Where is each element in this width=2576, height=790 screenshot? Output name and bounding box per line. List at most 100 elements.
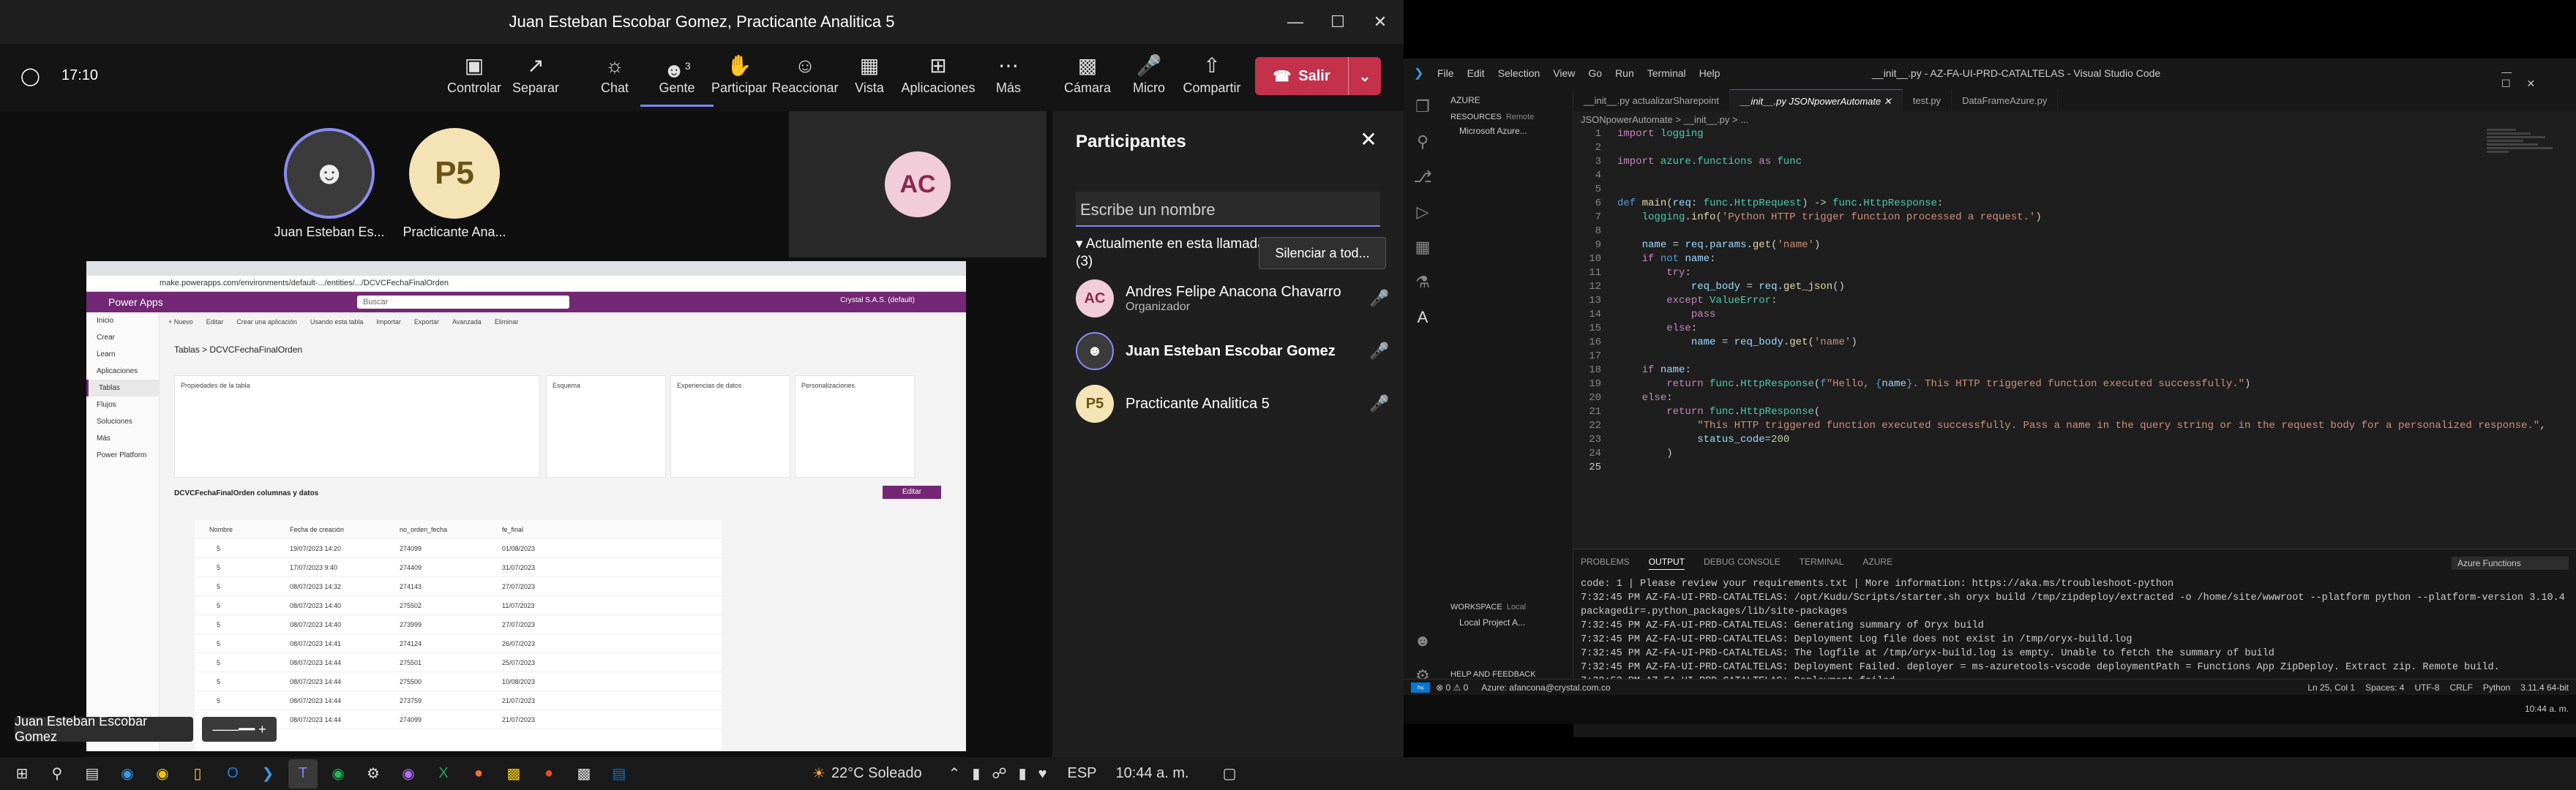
tray-icons[interactable]: ⌃▮☍▮♥: [948, 764, 1059, 783]
search-icon[interactable]: ⚲: [1404, 124, 1442, 159]
powerbi-icon[interactable]: ▩: [499, 759, 528, 789]
vscode-icon[interactable]: ❯: [253, 759, 282, 789]
react-button[interactable]: ☺ Reaccionar: [768, 51, 842, 107]
table-row: 5 08/07/2023 14:41 274124 26/07/2023: [195, 634, 722, 653]
weather-icon: ☀: [812, 766, 825, 782]
avatar: P5: [1076, 385, 1114, 423]
tab-output[interactable]: OUTPUT: [1648, 557, 1685, 570]
menu-run[interactable]: Run: [1615, 67, 1634, 79]
terminal-icon[interactable]: ▩: [569, 759, 599, 789]
tab-terminal[interactable]: TERMINAL: [1800, 557, 1844, 570]
explorer-icon[interactable]: ❐: [1404, 89, 1442, 124]
invite-input[interactable]: Escribe un nombre: [1076, 192, 1380, 227]
menu-help[interactable]: Help: [1699, 67, 1721, 79]
menu-go[interactable]: Go: [1588, 67, 1602, 79]
status-bar: ⇋ ⊗ 0 ⚠ 0 Azure: afancona@crystal.com.co…: [1404, 679, 2576, 695]
output-channel-select[interactable]: Azure Functions: [2452, 557, 2569, 570]
breadcrumb: Tablas > DCVCFechaFinalOrden: [174, 345, 303, 355]
azure-tree-item[interactable]: Microsoft Azure...: [1442, 123, 1573, 139]
remote-desktop-icon[interactable]: ▤: [604, 759, 634, 789]
testing-icon[interactable]: ⚗: [1404, 265, 1442, 300]
tab-dataframe[interactable]: DataFrameAzure.py: [1952, 89, 2059, 111]
phone-icon: ☎: [1273, 68, 1292, 85]
participant-tile-p5[interactable]: P5 Practicante Ana...: [392, 128, 517, 240]
participant-row[interactable]: P5 Practicante Analitica 5 🎤: [1076, 382, 1390, 426]
output-log: code: 1 | Please review your requirement…: [1581, 579, 2569, 687]
workspace-section[interactable]: WORKSPACE Local: [1442, 601, 1535, 613]
more-button[interactable]: ⋯ Más: [972, 51, 1045, 107]
mic-icon: 🎤: [1369, 394, 1390, 413]
menu-view[interactable]: View: [1553, 67, 1575, 79]
language-indicator[interactable]: ESP: [1068, 765, 1097, 782]
local-project-item[interactable]: Local Project A...: [1442, 614, 1543, 631]
github-icon[interactable]: ◉: [394, 759, 423, 789]
menu-file[interactable]: File: [1437, 67, 1454, 79]
view-button[interactable]: ▦ Vista: [833, 51, 906, 107]
in-call-header[interactable]: ▾ Actualmente en esta llamada (3): [1076, 236, 1273, 271]
teams-icon[interactable]: T: [288, 759, 318, 789]
participant-tile-ac[interactable]: AC: [789, 111, 1046, 257]
windows-start-icon[interactable]: ⊞: [7, 759, 37, 789]
popout-button[interactable]: ↗ Separar: [499, 51, 572, 107]
maximize-icon[interactable]: ☐: [1322, 9, 1354, 35]
tab-debug-console[interactable]: DEBUG CONSOLE: [1704, 557, 1781, 570]
postman-icon[interactable]: ●: [464, 759, 493, 789]
extensions-icon[interactable]: ▦: [1404, 230, 1442, 265]
mic-button[interactable]: 🎤 Micro: [1112, 51, 1186, 107]
tab-init-powerautomate[interactable]: __init__.py JSONpowerAutomate ✕: [1730, 89, 1903, 111]
azure-icon[interactable]: A: [1404, 300, 1442, 335]
file-explorer-icon[interactable]: ▯: [183, 759, 212, 789]
menu-bar: File Edit Selection View Go Run Terminal…: [1437, 67, 1720, 79]
zoom-control[interactable]: ——━━ +: [202, 717, 277, 742]
excel-icon[interactable]: X: [429, 759, 458, 789]
leave-button[interactable]: ☎ Salir ⌄: [1255, 57, 1381, 95]
app-icon[interactable]: ●: [534, 759, 564, 789]
raise-hand-button[interactable]: ✋ Participar: [703, 51, 776, 107]
chrome-icon[interactable]: ◉: [148, 759, 177, 789]
menu-selection[interactable]: Selection: [1498, 67, 1540, 79]
tab-test[interactable]: test.py: [1903, 89, 1952, 111]
clock[interactable]: 10:44 a. m.: [1116, 765, 1189, 782]
participant-row[interactable]: AC Andres Felipe Anacona Chavarro Organiz…: [1076, 276, 1390, 320]
azure-account[interactable]: Azure: afancona@crystal.com.co: [1481, 682, 1610, 693]
menu-edit[interactable]: Edit: [1467, 67, 1485, 79]
share-button[interactable]: ⇧ Compartir: [1175, 51, 1248, 107]
minimize-icon[interactable]: —: [1279, 9, 1311, 35]
meeting-toolbar: ◯ 17:10 ▣ Controlar ↗ Separar ☼ Chat ☻3 Gent…: [0, 44, 1404, 111]
minimap[interactable]: [2487, 127, 2560, 274]
task-view-icon[interactable]: ▤: [78, 759, 107, 789]
tab-azure[interactable]: AZURE: [1862, 557, 1892, 570]
remote-icon[interactable]: ⇋: [1411, 682, 1431, 693]
problems-count[interactable]: ⊗ 0 ⚠ 0: [1436, 682, 1468, 693]
powerapps-main: + Nuevo Editar Crear una aplicación Usando …: [160, 312, 966, 751]
apps-button[interactable]: ⊞ Aplicaciones: [901, 51, 975, 107]
resources-section[interactable]: RESOURCES Remote: [1442, 111, 1573, 123]
code-editor[interactable]: 1 import logging 2 3 import azure.function…: [1573, 127, 2576, 552]
camera-off-icon: ▩: [1077, 54, 1098, 77]
close-icon[interactable]: ✕: [1354, 127, 1383, 157]
mute-all-button[interactable]: Silenciar a tod...: [1259, 237, 1386, 269]
close-icon[interactable]: ✕: [1364, 9, 1396, 35]
account-icon[interactable]: ☻: [1404, 623, 1442, 658]
raise-hand-icon: ✋: [726, 54, 752, 77]
tab-problems[interactable]: PROBLEMS: [1581, 557, 1630, 570]
participant-tile-juan[interactable]: ☻ Juan Esteban Es...: [267, 128, 392, 240]
chevron-down-icon[interactable]: ⌄: [1349, 67, 1381, 86]
settings-icon[interactable]: ⚙: [359, 759, 388, 789]
vscode-window: ❯ File Edit Selection View Go Run Termin…: [1404, 59, 2576, 737]
grid-title: DCVCFechaFinalOrden columnas y datos: [174, 489, 319, 497]
participant-row[interactable]: ☻ Juan Esteban Escobar Gomez 🎤: [1076, 329, 1390, 373]
window-controls[interactable]: —☐✕: [2501, 66, 2576, 90]
notifications-icon[interactable]: ▢: [1223, 764, 1237, 783]
edge-icon[interactable]: ◉: [113, 759, 142, 789]
spotify-icon[interactable]: ◉: [323, 759, 353, 789]
tab-init-sharepoint[interactable]: __init__.py actualizarSharepoint: [1573, 89, 1731, 111]
outlook-icon[interactable]: O: [218, 759, 247, 789]
run-debug-icon[interactable]: ▷: [1404, 195, 1442, 230]
menu-terminal[interactable]: Terminal: [1647, 67, 1686, 79]
weather-text[interactable]: 22°C Soleado: [831, 765, 922, 782]
source-control-icon[interactable]: ⎇: [1404, 159, 1442, 195]
powerapps-nav: Inicio Crear Learn Aplicaciones Tablas F…: [86, 312, 160, 751]
search-icon[interactable]: ⚲: [42, 759, 72, 789]
close-icon[interactable]: ✕: [1884, 96, 1892, 107]
